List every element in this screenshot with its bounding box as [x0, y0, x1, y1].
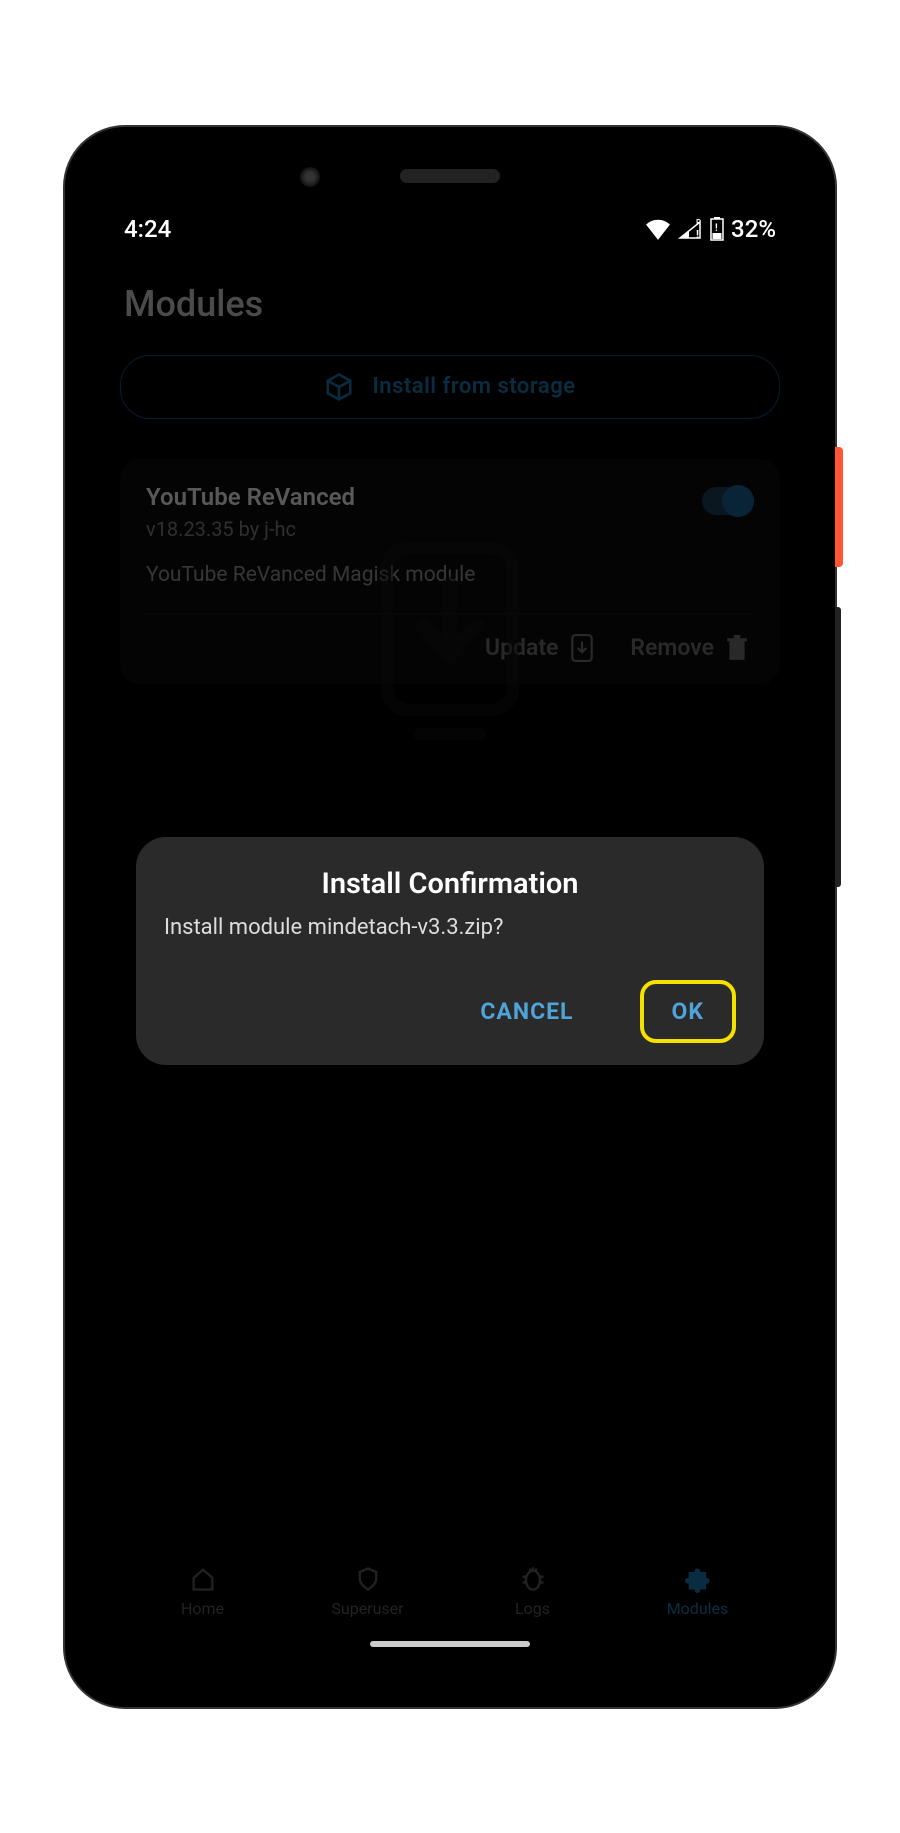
svg-text:!: !: [696, 228, 699, 240]
battery-percent: 32%: [731, 215, 776, 243]
home-icon: [189, 1565, 217, 1593]
nav-modules-label: Modules: [667, 1599, 729, 1618]
camera-dot: [300, 167, 320, 187]
bug-icon: [519, 1565, 547, 1593]
screen: 4:24 R ! ! 32% Modules: [100, 197, 800, 1657]
remove-label: Remove: [630, 634, 714, 661]
battery-icon: !: [709, 217, 725, 241]
nav-logs[interactable]: Logs: [450, 1565, 615, 1618]
nav-superuser[interactable]: Superuser: [285, 1565, 450, 1618]
cancel-button[interactable]: CANCEL: [458, 984, 595, 1039]
ok-button[interactable]: OK: [640, 980, 736, 1043]
install-confirmation-dialog: Install Confirmation Install module mind…: [136, 837, 764, 1065]
shield-icon: [354, 1565, 382, 1593]
svg-text:!: !: [715, 223, 718, 234]
remove-button[interactable]: Remove: [630, 634, 748, 662]
dialog-title: Install Confirmation: [164, 867, 736, 901]
page-title: Modules: [100, 243, 800, 355]
module-title: YouTube ReVanced: [146, 483, 754, 511]
nav-home-label: Home: [181, 1599, 224, 1618]
volume-button: [835, 607, 841, 887]
signal-icon: R !: [677, 218, 703, 240]
phone-frame: 4:24 R ! ! 32% Modules: [65, 127, 835, 1707]
speaker-grille: [400, 169, 500, 183]
dialog-message: Install module mindetach-v3.3.zip?: [164, 915, 736, 940]
download-watermark-icon: [360, 537, 540, 757]
install-from-storage-button[interactable]: Install from storage: [120, 355, 780, 419]
nav-home[interactable]: Home: [120, 1565, 285, 1618]
status-bar: 4:24 R ! ! 32%: [100, 197, 800, 243]
trash-icon: [726, 635, 748, 661]
module-toggle[interactable]: [702, 487, 754, 515]
puzzle-icon: [684, 1565, 712, 1593]
status-icons: R ! ! 32%: [645, 215, 776, 243]
download-icon: [570, 634, 594, 662]
wifi-icon: [645, 218, 671, 240]
status-time: 4:24: [124, 215, 171, 243]
nav-logs-label: Logs: [515, 1599, 550, 1618]
nav-modules[interactable]: Modules: [615, 1565, 780, 1618]
install-storage-label: Install from storage: [372, 374, 575, 399]
nav-superuser-label: Superuser: [331, 1599, 403, 1618]
package-icon: [324, 372, 354, 402]
power-button: [835, 447, 843, 567]
home-indicator[interactable]: [370, 1641, 530, 1647]
